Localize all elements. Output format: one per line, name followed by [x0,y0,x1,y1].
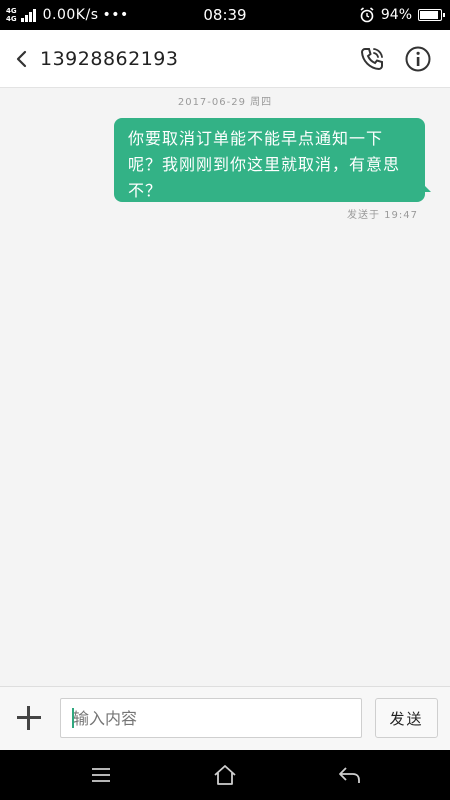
contact-number: 13928862193 [40,48,179,70]
conversation-header: 13928862193 [0,30,450,88]
composer-bar: 发送 [0,686,450,750]
message-status: 发送于 19:47 [347,210,418,221]
text-cursor [72,708,74,728]
battery-percent: 94% [380,7,412,23]
battery-fill [420,11,438,19]
date-separator: 2017-06-29 周四 [177,97,273,108]
battery-icon [418,9,445,21]
navigation-bar [0,750,450,800]
menu-icon[interactable] [88,763,114,787]
back-arrow-icon[interactable] [337,763,363,787]
chevron-left-icon[interactable] [10,47,34,71]
status-right: 94% [359,0,445,30]
message-input[interactable] [60,698,362,738]
message-bubble[interactable]: 你要取消订单能不能早点通知一下呢？我刚刚到你这里就取消，有意思不？ [114,118,425,202]
status-bar: 4G 4G 0.00K/s ••• 08:39 94% [0,0,450,30]
home-icon[interactable] [212,763,238,787]
send-button[interactable]: 发送 [375,698,438,738]
alarm-icon [360,7,374,23]
phone-icon[interactable] [358,45,386,73]
plus-icon[interactable] [14,703,44,733]
info-icon[interactable] [404,45,432,73]
bubble-tail [421,182,431,192]
